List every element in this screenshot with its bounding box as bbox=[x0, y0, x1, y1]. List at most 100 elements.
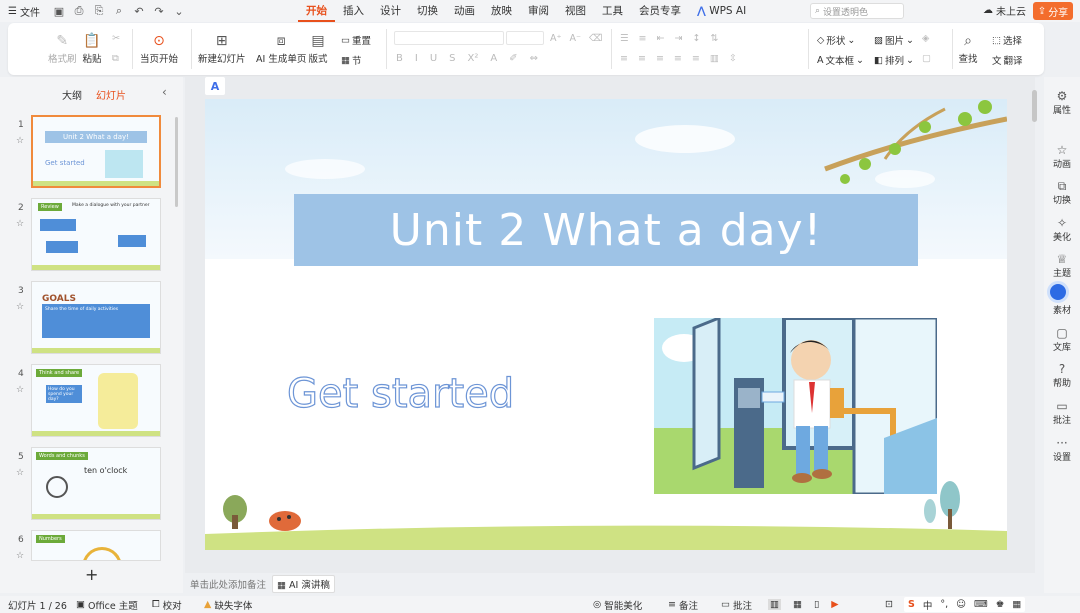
columns-icon[interactable]: ▥ bbox=[710, 53, 719, 64]
sogou-icon[interactable]: S bbox=[908, 599, 915, 610]
search-input[interactable]: ⌕ 设置透明色 bbox=[810, 3, 904, 19]
save-icon[interactable]: ▣ bbox=[52, 4, 66, 18]
line-spacing-icon[interactable]: ↕ bbox=[692, 33, 700, 44]
notes-placeholder[interactable]: 单击此处添加备注 bbox=[190, 577, 266, 591]
skin-icon[interactable]: ♚ bbox=[996, 599, 1005, 610]
emoji-icon[interactable]: ☺ bbox=[956, 599, 966, 610]
play-from-current-button[interactable]: ⊙ 当页开始 bbox=[140, 31, 178, 65]
bold-icon[interactable]: B bbox=[396, 53, 403, 64]
tab-wps-ai[interactable]: ⋀ WPS AI bbox=[689, 0, 754, 22]
wps-ai-badge-icon[interactable]: A bbox=[205, 77, 225, 95]
new-slide-button[interactable]: ⊞ 新建幻灯片 bbox=[198, 31, 246, 65]
tab-home[interactable]: 开始 bbox=[298, 0, 335, 22]
align-center-icon[interactable]: ≡ bbox=[638, 53, 646, 64]
star-icon[interactable]: ☆ bbox=[16, 551, 24, 561]
text-direction-icon[interactable]: ⇅ bbox=[710, 33, 718, 44]
normal-view-icon[interactable]: ▥ bbox=[768, 599, 781, 610]
superscript-icon[interactable]: X² bbox=[468, 53, 479, 64]
add-slide-icon[interactable]: + bbox=[85, 565, 98, 584]
format-painter-button[interactable]: ✎ 格式刷 bbox=[48, 31, 77, 65]
arrange-button[interactable]: ◧ 排列 ⌄ bbox=[874, 53, 914, 68]
export-icon[interactable]: ⎙ bbox=[72, 4, 86, 18]
ai-speech-button[interactable]: ▦ AI 演讲稿 bbox=[272, 574, 335, 593]
bullets-icon[interactable]: ☰ bbox=[620, 33, 629, 44]
sorter-view-icon[interactable]: ▦ bbox=[793, 599, 802, 610]
star-icon[interactable]: ☆ bbox=[16, 468, 24, 478]
tab-slides[interactable]: 幻灯片 bbox=[96, 87, 126, 102]
numbering-icon[interactable]: ≡ bbox=[639, 33, 647, 44]
tab-review[interactable]: 审阅 bbox=[520, 0, 557, 22]
highlight-icon[interactable]: ✐ bbox=[509, 53, 517, 64]
tab-view[interactable]: 视图 bbox=[557, 0, 594, 22]
sidebar-properties[interactable]: ⚙ 属性 bbox=[1044, 89, 1080, 116]
slide-thumbnail-3[interactable]: GOALS Share the time of daily activities bbox=[31, 281, 161, 354]
slide-thumbnail-6[interactable]: Numbers bbox=[31, 530, 161, 561]
font-color-icon[interactable]: A bbox=[490, 53, 497, 64]
notes-toggle[interactable]: ≡ 备注 bbox=[668, 598, 698, 612]
file-menu-button[interactable]: ☰ 文件 bbox=[8, 4, 40, 19]
sidebar-beautify[interactable]: ✧ 美化 bbox=[1044, 216, 1080, 243]
reading-view-icon[interactable]: ▯ bbox=[814, 599, 819, 610]
fit-window-icon[interactable]: ⊡ bbox=[885, 599, 893, 610]
smart-beautify-button[interactable]: ◎ 智能美化 bbox=[593, 598, 642, 612]
slide-title-box[interactable]: Unit 2 What a day! bbox=[294, 194, 918, 266]
ai-generate-button[interactable]: ⧈ AI 生成单页 bbox=[256, 31, 306, 65]
underline-icon[interactable]: U bbox=[430, 53, 437, 64]
textbox-button[interactable]: A 文本框 ⌄ bbox=[817, 53, 864, 68]
copy-button[interactable]: ⧉ bbox=[112, 53, 119, 64]
star-icon[interactable]: ☆ bbox=[16, 219, 24, 229]
translate-button[interactable]: 文翻译 bbox=[992, 53, 1023, 67]
indent-increase-icon[interactable]: ⇥ bbox=[674, 33, 682, 44]
align-right-icon[interactable]: ≡ bbox=[656, 53, 664, 64]
indent-decrease-icon[interactable]: ⇤ bbox=[657, 33, 665, 44]
layout-button[interactable]: ▤ 版式 bbox=[308, 31, 328, 65]
align-left-icon[interactable]: ≡ bbox=[620, 53, 628, 64]
font-size-select[interactable] bbox=[506, 31, 544, 45]
sidebar-transition[interactable]: ⧉ 切换 bbox=[1044, 179, 1080, 206]
slide-thumbnail-2[interactable]: Review Make a dialogue with your partner bbox=[31, 198, 161, 271]
distribute-icon[interactable]: ≡ bbox=[692, 53, 700, 64]
find-button[interactable]: ⌕ 查找 bbox=[958, 31, 978, 65]
tab-tools[interactable]: 工具 bbox=[594, 0, 631, 22]
theme-status[interactable]: ▣ Office 主题 bbox=[76, 598, 138, 612]
cut-button[interactable]: ✂ bbox=[112, 33, 120, 44]
tab-outline[interactable]: 大纲 bbox=[62, 87, 82, 102]
slide-canvas[interactable]: Unit 2 What a day! Get started bbox=[205, 99, 1007, 550]
shrink-font-icon[interactable]: A⁻ bbox=[570, 33, 582, 44]
comments-toggle[interactable]: ▭ 批注 bbox=[721, 598, 752, 612]
share-button[interactable]: ⇪ 分享 bbox=[1033, 2, 1073, 20]
tab-transitions[interactable]: 切换 bbox=[409, 0, 446, 22]
redo-icon[interactable]: ↷ bbox=[152, 4, 166, 18]
strikethrough-icon[interactable]: S bbox=[449, 53, 455, 64]
clear-format-icon[interactable]: ⌫ bbox=[589, 33, 602, 44]
slide-thumbnail-4[interactable]: Think and share How do you spend your da… bbox=[31, 364, 161, 437]
vertical-align-icon[interactable]: ⇳ bbox=[729, 53, 737, 64]
section-button[interactable]: ▦ 节 bbox=[341, 53, 362, 68]
print-preview-icon[interactable]: ⌕ bbox=[112, 4, 126, 18]
font-family-select[interactable] bbox=[394, 31, 504, 45]
star-icon[interactable]: ☆ bbox=[16, 385, 24, 395]
sidebar-help[interactable]: ? 帮助 bbox=[1044, 362, 1080, 389]
sidebar-library[interactable]: ▢ 文库 bbox=[1044, 326, 1080, 353]
star-icon[interactable]: ☆ bbox=[16, 136, 24, 146]
sidebar-settings[interactable]: ··· 设置 bbox=[1044, 436, 1080, 463]
tab-design[interactable]: 设计 bbox=[372, 0, 409, 22]
grow-font-icon[interactable]: A⁺ bbox=[550, 33, 562, 44]
sidebar-animation[interactable]: ☆ 动画 bbox=[1044, 143, 1080, 170]
select-button[interactable]: ⬚ 选择 bbox=[992, 33, 1022, 48]
shape-button[interactable]: ◇ 形状 ⌄ bbox=[817, 33, 855, 48]
sidebar-comments[interactable]: ▭ 批注 bbox=[1044, 399, 1080, 426]
collapse-panel-icon[interactable]: ‹ bbox=[162, 85, 167, 99]
toolbox-icon[interactable]: ▦ bbox=[1012, 599, 1021, 610]
canvas-scrollbar[interactable] bbox=[1032, 90, 1037, 122]
char-spacing-icon[interactable]: ⇔ bbox=[530, 53, 538, 64]
missing-font-status[interactable]: ▲ 缺失字体 bbox=[204, 598, 252, 612]
star-icon[interactable]: ☆ bbox=[16, 302, 24, 312]
proofread-status[interactable]: ⧠ 校对 bbox=[152, 598, 182, 612]
slide-thumbnail-5[interactable]: Words and chunks ten o'clock bbox=[31, 447, 161, 520]
tab-slideshow[interactable]: 放映 bbox=[483, 0, 520, 22]
thumbnail-scrollbar[interactable] bbox=[175, 117, 178, 207]
tab-insert[interactable]: 插入 bbox=[335, 0, 372, 22]
outline-button[interactable]: ▢ bbox=[922, 53, 931, 64]
print-icon[interactable]: ⎘ bbox=[92, 4, 106, 18]
